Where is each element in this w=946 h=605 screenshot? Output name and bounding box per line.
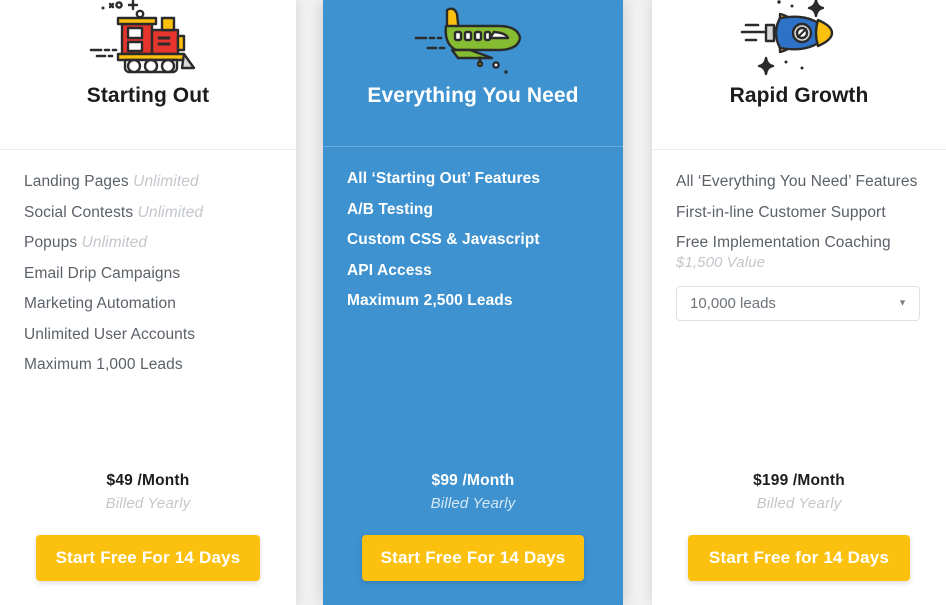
list-item: Popups Unlimited [24,235,272,251]
card-footer: $99 /Month Billed Yearly Start Free For … [323,472,623,605]
feature-label: Marketing Automation [24,295,176,312]
list-item: First-in-line Customer Support [676,203,922,221]
start-trial-button[interactable]: Start Free For 14 Days [362,535,584,581]
list-item: Landing Pages Unlimited [24,174,272,190]
pricing-card-starting-out: Starting Out Landing Pages Unlimited Soc… [0,0,296,605]
feature-label: Maximum 2,500 Leads [347,292,513,309]
train-icon [73,0,223,78]
plan-price: $99 /Month [431,472,515,489]
start-trial-button[interactable]: Start Free for 14 Days [688,535,910,581]
feature-value: Unlimited [133,173,199,190]
feature-label: Free Implementation Coaching [676,234,891,251]
feature-label: First-in-line Customer Support [676,203,886,221]
billing-note: Billed Yearly [756,495,842,512]
list-item: Unlimited User Accounts [24,325,272,343]
feature-label: A/B Testing [347,200,434,218]
feature-label: Landing Pages [24,173,129,190]
feature-label: API Access [347,261,432,279]
feature-label: All ‘Everything You Need’ Features [676,173,918,190]
pricing-table: Starting Out Landing Pages Unlimited Soc… [0,0,946,605]
feature-note: $1,500 Value [676,253,766,271]
pricing-card-rapid-growth: Rapid Growth All ‘Everything You Need’ F… [652,0,946,605]
plane-icon [398,0,548,78]
card-header: Starting Out [0,0,296,150]
card-header: Everything You Need [323,0,623,147]
list-item: Custom CSS & Javascript [347,232,599,248]
list-item: A/B Testing [347,200,599,218]
start-trial-button[interactable]: Start Free For 14 Days [36,535,260,581]
plan-price: $49 /Month [106,472,190,489]
feature-label: Social Contests [24,203,134,221]
list-item: All ‘Everything You Need’ Features [676,174,922,190]
card-header: Rapid Growth [652,0,946,150]
list-item: Social Contests Unlimited [24,203,272,221]
billing-note: Billed Yearly [105,495,191,512]
chevron-down-icon: ▼ [898,297,907,308]
feature-list: Landing Pages Unlimited Social Contests … [0,150,296,472]
list-item: Email Drip Campaigns [24,264,272,282]
feature-label: Unlimited User Accounts [24,325,196,343]
feature-label: Popups [24,234,78,251]
feature-value: Unlimited [81,234,148,251]
list-item: Free Implementation Coaching $1,500 Valu… [676,235,922,270]
rocket-icon [724,0,874,78]
feature-list: All ‘Starting Out’ Features A/B Testing … [323,147,623,472]
billing-note: Billed Yearly [430,495,516,512]
plan-price: $199 /Month [753,472,845,489]
feature-list: All ‘Everything You Need’ Features First… [652,150,946,472]
feature-label: Maximum 1,000 Leads [24,356,183,373]
list-item: Maximum 1,000 Leads [24,357,272,373]
list-item: Marketing Automation [24,296,272,312]
list-item: Maximum 2,500 Leads [347,293,599,309]
list-item: All ‘Starting Out’ Features [347,171,599,187]
feature-label: All ‘Starting Out’ Features [347,170,541,187]
feature-label: Custom CSS & Javascript [347,231,540,248]
card-footer: $199 /Month Billed Yearly Start Free for… [652,472,946,605]
lead-volume-select[interactable]: 10,000 leads ▼ [676,285,920,321]
plan-title: Starting Out [86,84,210,107]
pricing-card-everything-you-need: Everything You Need All ‘Starting Out’ F… [323,0,623,605]
feature-label: Email Drip Campaigns [24,264,181,282]
feature-value: Unlimited [137,203,204,221]
lead-volume-selected-value: 10,000 leads [690,294,776,312]
list-item: API Access [347,261,599,279]
card-footer: $49 /Month Billed Yearly Start Free For … [0,472,296,605]
plan-title: Everything You Need [367,84,579,107]
plan-title: Rapid Growth [729,84,869,107]
